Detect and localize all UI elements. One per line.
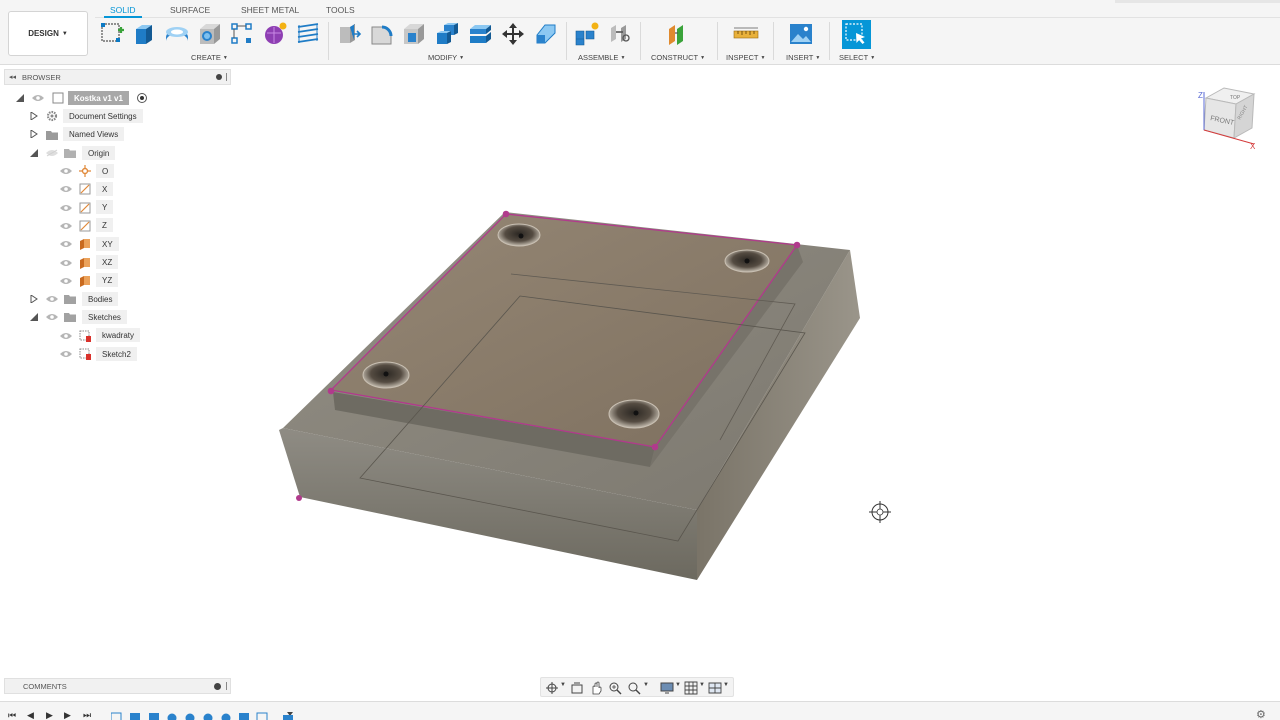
add-comment-icon[interactable] (214, 682, 221, 690)
look-at-icon[interactable] (570, 681, 584, 695)
timeline-extrude-feature[interactable] (239, 713, 249, 720)
display-settings-icon[interactable] (660, 681, 674, 695)
orbit-icon[interactable] (545, 681, 559, 695)
timeline-features[interactable] (111, 712, 301, 720)
caret-down-icon[interactable]: ▼ (560, 682, 566, 688)
navigation-bar: ▼ ▼ ▼ ▼ ▼ (540, 677, 734, 697)
caret-down-icon[interactable]: ▼ (699, 682, 705, 688)
view-cube[interactable]: TOP FRONT RIGHT Z X (1192, 84, 1262, 154)
step-back-icon[interactable]: ◀ (27, 710, 34, 720)
timeline-sketch-feature[interactable] (111, 712, 122, 720)
zoom-icon[interactable] (608, 681, 622, 695)
hole[interactable] (608, 399, 660, 429)
sketch-point[interactable] (327, 387, 335, 395)
sketch-point[interactable] (793, 241, 801, 249)
timeline: ⏮ ◀ ▶ ▶ ⏭ ⚙ (0, 701, 1280, 720)
timeline-sketch-feature[interactable] (256, 712, 268, 720)
go-to-start-icon[interactable]: ⏮ (8, 710, 16, 720)
timeline-extrude-feature[interactable] (130, 713, 140, 720)
view-cube-top-label: TOP (1230, 95, 1241, 101)
hole[interactable] (724, 249, 770, 273)
timeline-hole-feature[interactable] (185, 713, 195, 720)
gear-icon[interactable]: ⚙ (1256, 708, 1266, 720)
timeline-extrude-feature[interactable] (283, 715, 293, 720)
timeline-extrude-feature[interactable] (149, 713, 159, 720)
comments-title: COMMENTS (23, 681, 67, 691)
orbit-cursor-icon (869, 501, 891, 523)
timeline-hole-feature[interactable] (203, 713, 213, 720)
timeline-hole-feature[interactable] (167, 713, 177, 720)
panel-resize-handle[interactable] (226, 682, 228, 690)
fusion-app-window: DESIGN ▼ SOLID SURFACE SHEET METAL TOOLS (0, 0, 1280, 720)
model-viewport[interactable] (0, 0, 1280, 720)
caret-down-icon[interactable]: ▼ (643, 682, 649, 688)
go-to-end-icon[interactable]: ⏭ (83, 710, 91, 720)
hole[interactable] (497, 223, 541, 247)
fit-zoom-icon[interactable] (627, 681, 641, 695)
hole[interactable] (362, 361, 410, 389)
caret-down-icon[interactable]: ▼ (723, 682, 729, 688)
x-axis-label: X (1250, 142, 1256, 151)
caret-down-icon[interactable]: ▼ (675, 682, 681, 688)
step-forward-icon[interactable]: ▶ (64, 710, 71, 720)
sketch-point[interactable] (296, 495, 302, 501)
comments-panel-header[interactable]: COMMENTS (4, 678, 231, 694)
grid-settings-icon[interactable] (684, 681, 698, 695)
sketch-point[interactable] (502, 210, 510, 218)
sketch-point[interactable] (651, 443, 659, 451)
play-icon[interactable]: ▶ (46, 710, 53, 720)
timeline-hole-feature[interactable] (221, 713, 231, 720)
z-axis-label: Z (1198, 91, 1203, 100)
viewports-icon[interactable] (708, 681, 722, 695)
pan-hand-icon[interactable] (589, 681, 603, 695)
